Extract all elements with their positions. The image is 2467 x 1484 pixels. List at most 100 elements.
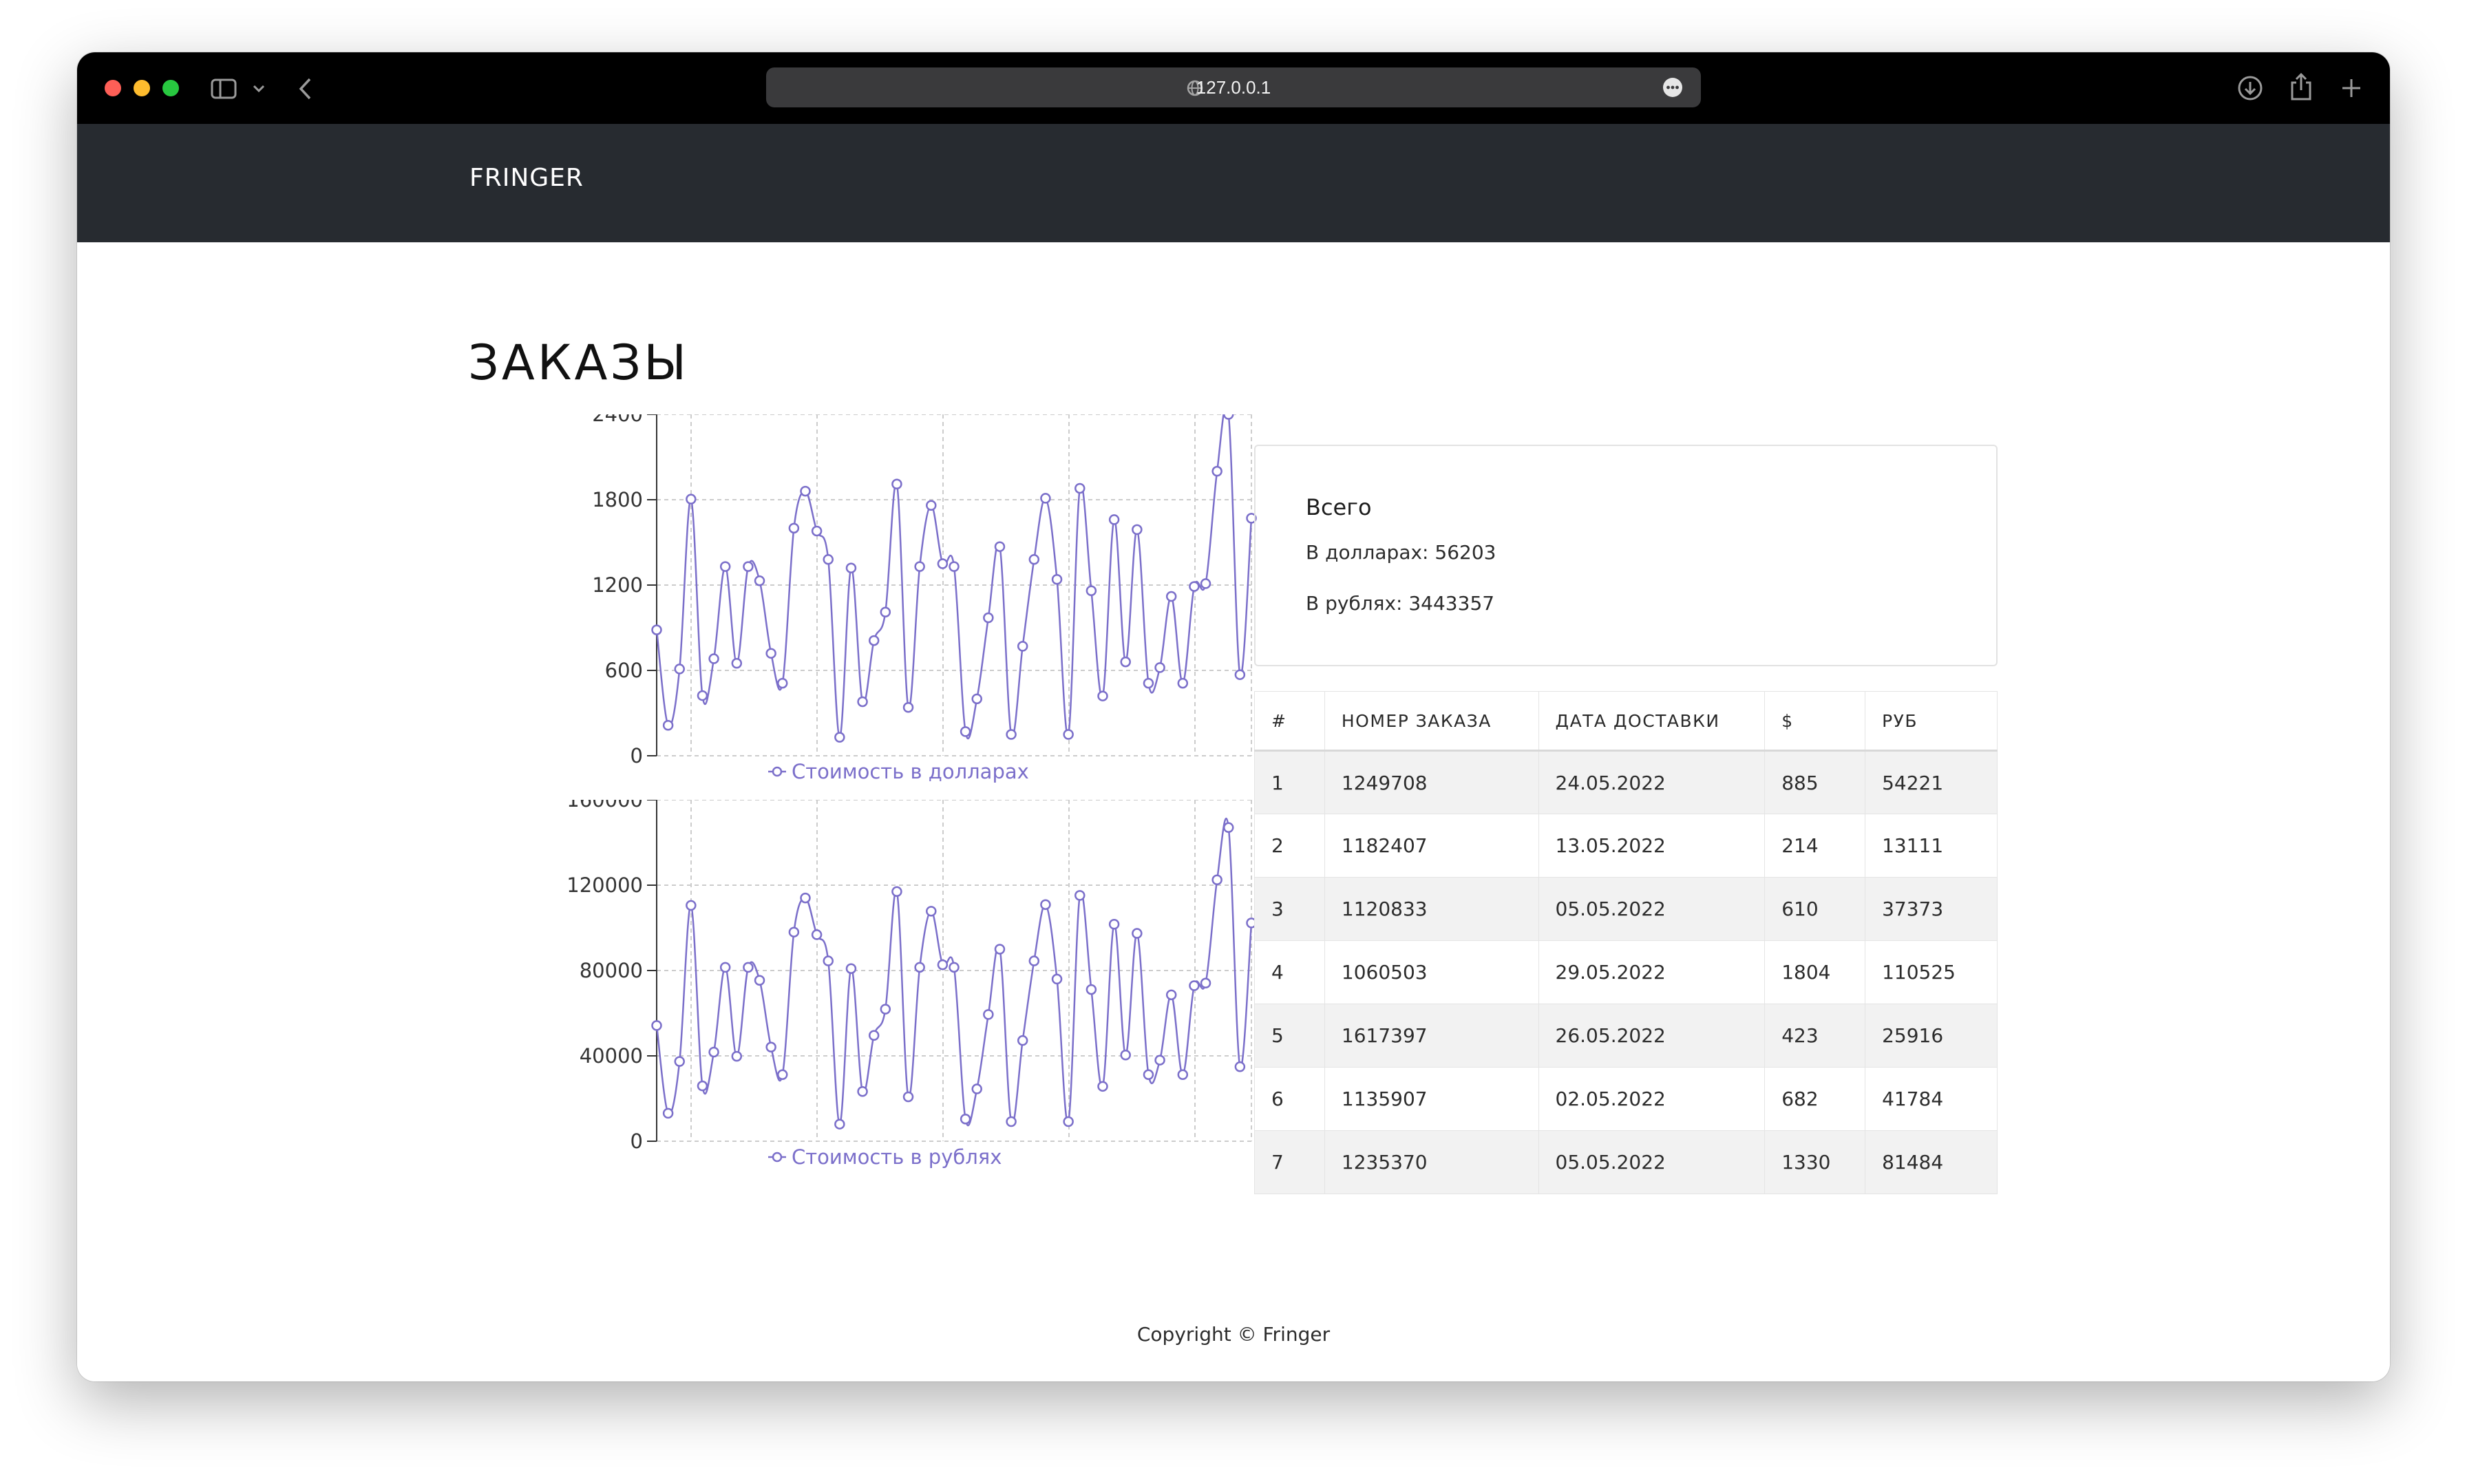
plus-icon[interactable] <box>2340 77 2362 99</box>
cell-rub: 25916 <box>1865 1004 1998 1068</box>
data-point <box>1189 980 1200 991</box>
data-point <box>1165 591 1177 602</box>
url-text: 127.0.0.1 <box>1196 77 1271 98</box>
data-point <box>960 726 971 737</box>
data-point <box>1017 641 1028 652</box>
data-point <box>777 1069 788 1081</box>
data-point <box>1051 573 1063 585</box>
column-header-usd: $ <box>1764 691 1866 752</box>
data-point <box>868 635 880 646</box>
data-point <box>1154 1054 1165 1066</box>
chart-grid <box>647 414 1252 756</box>
y-tick-label: 80000 <box>580 959 643 982</box>
data-point <box>754 575 765 586</box>
cell-index: 4 <box>1254 940 1325 1004</box>
data-point <box>994 944 1006 955</box>
data-point <box>1017 1035 1028 1046</box>
data-point <box>1028 955 1040 966</box>
y-tick-label: 0 <box>631 744 643 767</box>
column-header-rub: РУБ <box>1865 691 1998 752</box>
chevron-down-icon[interactable] <box>252 84 266 94</box>
cell-order-number: 1235370 <box>1324 1130 1539 1194</box>
brand-link[interactable]: FRINGER <box>469 164 584 192</box>
share-icon[interactable] <box>2289 72 2313 102</box>
legend-label[interactable]: Стоимость в долларах <box>792 760 1029 783</box>
data-point <box>1120 1050 1131 1061</box>
rub-cost-chart: 0 40000 80000 120000 160000 Стоимость в рубля… <box>469 788 1268 1174</box>
data-point <box>743 561 754 572</box>
data-point <box>1154 662 1165 673</box>
data-point <box>1108 514 1120 525</box>
data-point <box>719 962 731 973</box>
data-point <box>1200 977 1211 989</box>
data-point <box>811 525 823 537</box>
more-icon[interactable] <box>1662 77 1683 98</box>
data-point <box>1223 822 1234 834</box>
cell-delivery-date: 13.05.2022 <box>1538 814 1766 878</box>
download-icon[interactable] <box>2237 75 2263 101</box>
data-point <box>902 701 914 713</box>
data-point <box>686 494 697 505</box>
cell-index: 6 <box>1254 1067 1325 1131</box>
data-point <box>686 900 697 911</box>
cell-rub: 41784 <box>1865 1067 1998 1131</box>
data-point <box>834 1119 845 1130</box>
total-rub: В рублях: 3443357 <box>1306 592 1495 615</box>
data-point <box>868 1030 880 1041</box>
data-point <box>823 554 834 565</box>
data-point <box>1040 493 1051 504</box>
data-point <box>914 561 925 572</box>
cell-rub: 37373 <box>1865 877 1998 941</box>
column-header-delivery-date: ДАТА ДОСТАВКИ <box>1538 691 1766 752</box>
data-point <box>777 677 788 689</box>
footer-copyright: Copyright © Fringer <box>1136 1323 1331 1346</box>
table-row: 4 1060503 29.05.2022 1804 110525 <box>1254 940 1998 1004</box>
y-tick-label: 1800 <box>592 488 643 511</box>
data-point <box>1177 677 1189 689</box>
data-point <box>651 624 662 635</box>
chart-grid <box>647 799 1252 1142</box>
y-tick-label: 120000 <box>567 873 643 897</box>
data-point <box>857 1086 868 1097</box>
cell-order-number: 1617397 <box>1324 1004 1539 1068</box>
data-point <box>983 1009 994 1020</box>
cell-order-number: 1249708 <box>1324 750 1539 814</box>
cell-usd: 1804 <box>1764 940 1866 1004</box>
zoom-window-button[interactable] <box>162 80 179 96</box>
close-window-button[interactable] <box>105 80 121 96</box>
cell-order-number: 1060503 <box>1324 940 1539 1004</box>
cell-delivery-date: 29.05.2022 <box>1538 940 1766 1004</box>
back-icon[interactable] <box>297 77 314 100</box>
data-point <box>1074 890 1086 901</box>
data-point <box>845 562 857 573</box>
data-point <box>834 732 845 743</box>
data-point <box>902 1091 914 1103</box>
data-point <box>1132 524 1143 536</box>
totals-title: Всего <box>1306 494 1372 520</box>
data-point <box>811 929 823 940</box>
minimize-window-button[interactable] <box>134 80 150 96</box>
data-point <box>719 561 731 572</box>
data-point <box>800 485 811 497</box>
y-tick-label: 40000 <box>580 1044 643 1068</box>
data-point <box>845 963 857 974</box>
sidebar-icon[interactable] <box>211 78 238 99</box>
usd-line-chart: 0 600 1200 1800 2400 Стоимость в долларах <box>592 403 1257 783</box>
data-point <box>880 606 891 618</box>
legend-label[interactable]: Стоимость в рублях <box>792 1145 1002 1169</box>
legend-marker-icon <box>772 1152 783 1163</box>
data-point <box>674 1056 685 1067</box>
address-bar[interactable]: 127.0.0.1 <box>766 67 1701 107</box>
table-row: 6 1135907 02.05.2022 682 41784 <box>1254 1067 1998 1131</box>
data-point <box>857 696 868 708</box>
data-point <box>1165 989 1177 1001</box>
cell-usd: 682 <box>1764 1067 1866 1131</box>
data-point <box>1200 578 1211 589</box>
data-point <box>1006 1116 1017 1127</box>
cell-delivery-date: 26.05.2022 <box>1538 1004 1766 1068</box>
page-title: ЗАКАЗЫ <box>468 335 689 391</box>
cell-index: 5 <box>1254 1004 1325 1068</box>
data-point <box>1211 465 1222 477</box>
data-point <box>926 906 937 917</box>
data-point <box>926 500 937 511</box>
